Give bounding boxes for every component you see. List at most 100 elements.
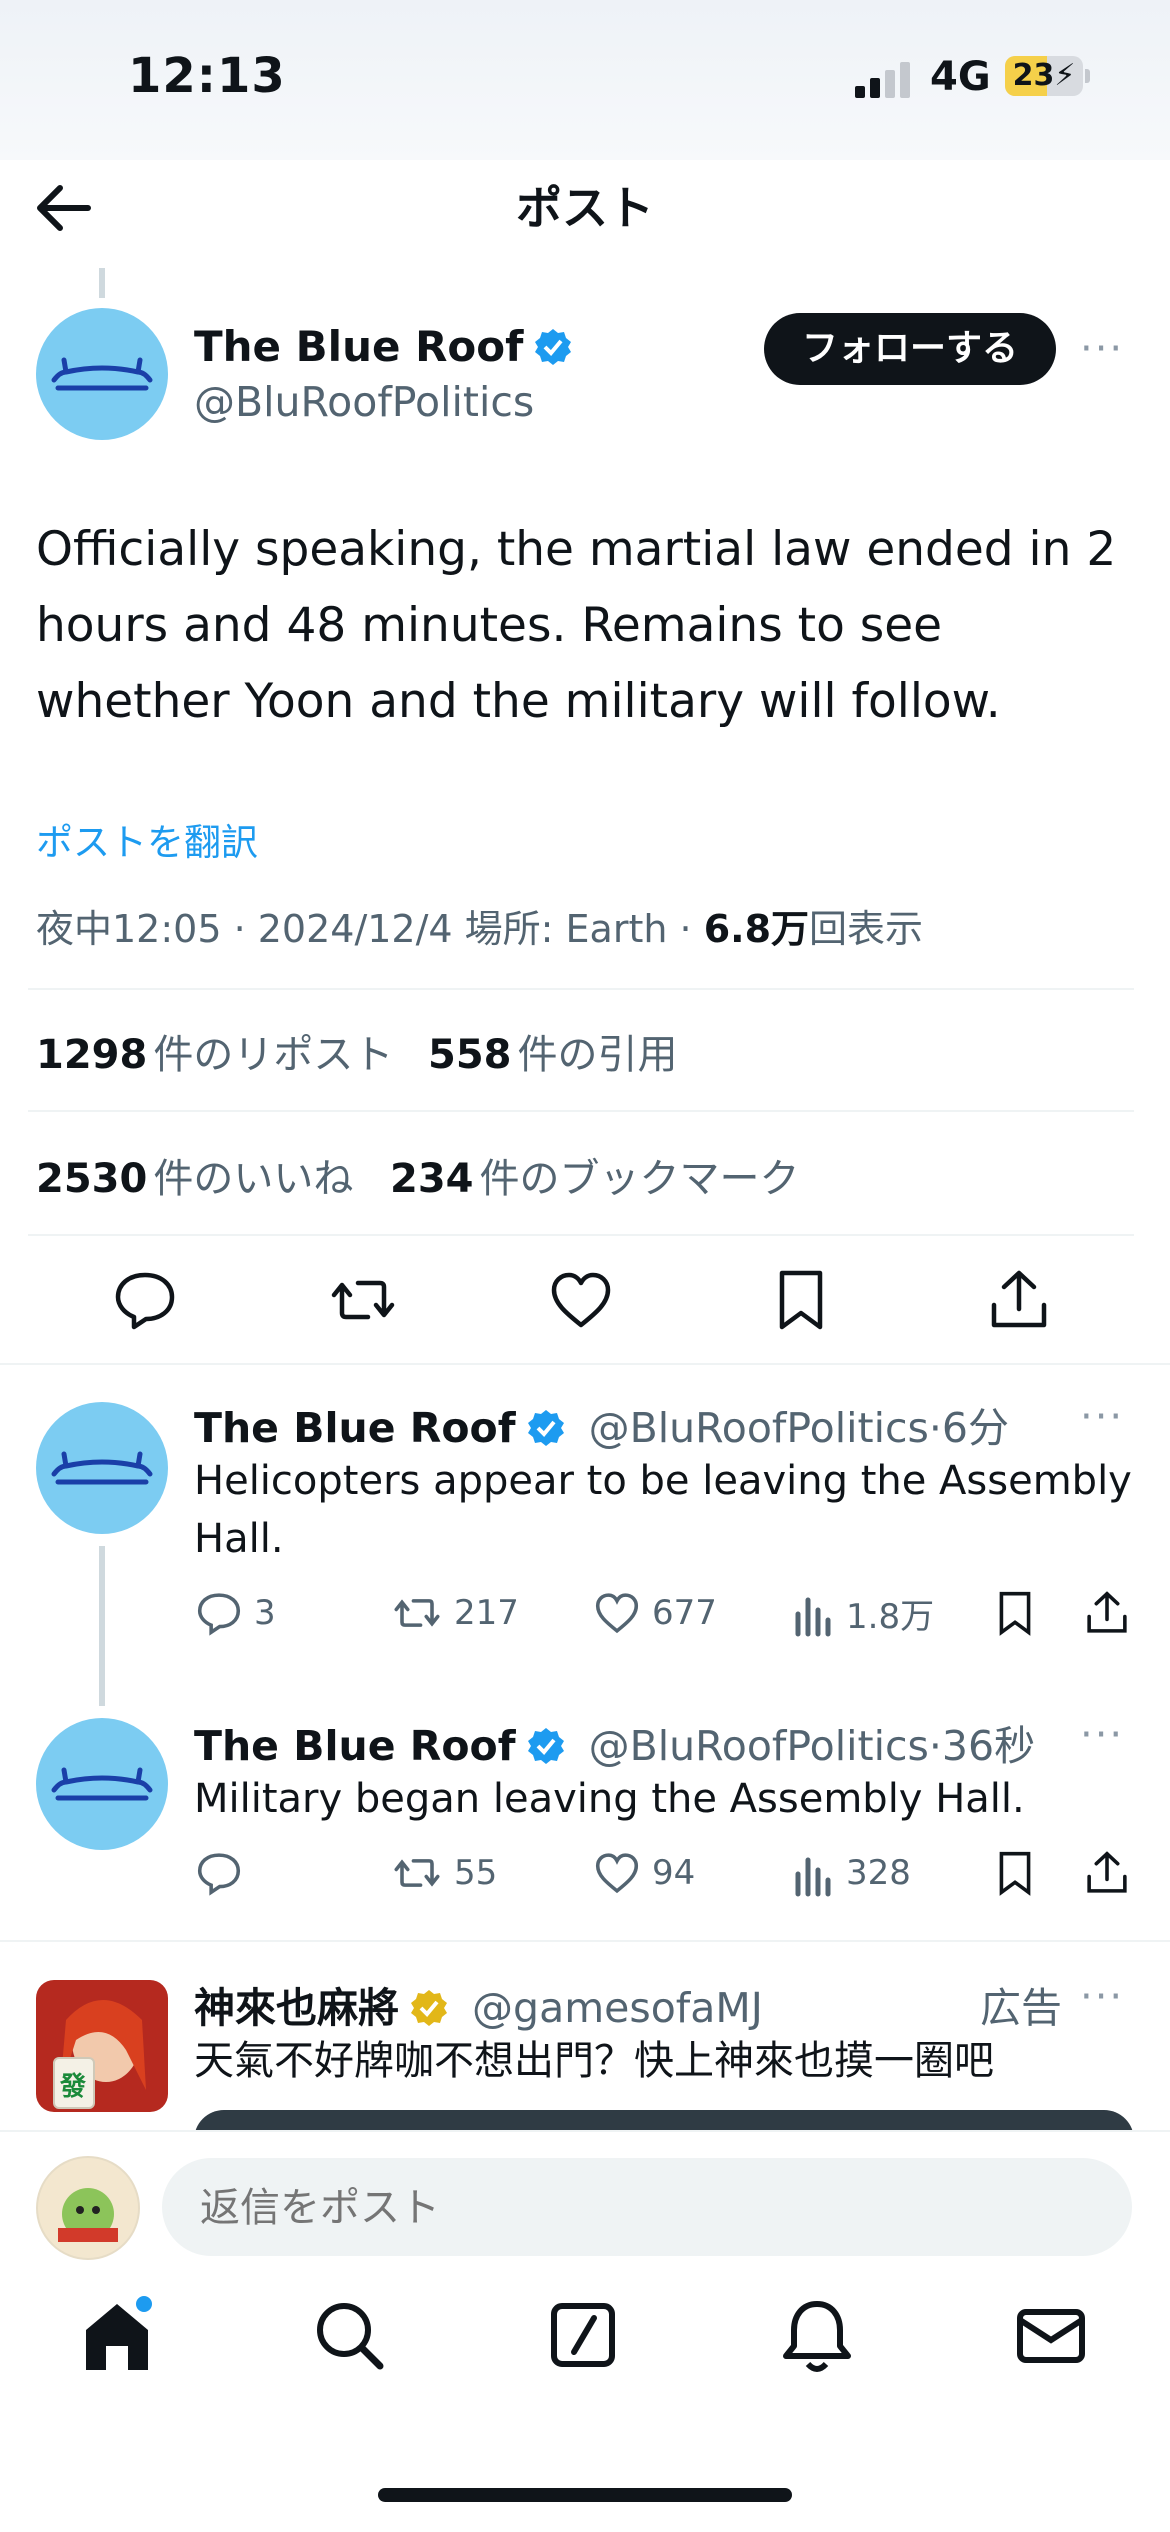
share-icon[interactable] (1082, 1588, 1132, 1644)
search-icon (317, 2303, 384, 2370)
reply-text: Military began leaving the Assembly Hall… (194, 1776, 1025, 1822)
divider (0, 1940, 1170, 1942)
likes-stat[interactable]: 2530 件のいいね (36, 1146, 353, 1204)
reply-time: ·36秒 (928, 1722, 1036, 1770)
repost-icon (394, 1599, 440, 1627)
like-icon (595, 1853, 639, 1894)
repost-count: 55 (454, 1853, 498, 1893)
more-options-icon[interactable]: ··· (1080, 1974, 1124, 2020)
reposts-label: 件のリポスト (153, 1032, 394, 1078)
like-count: 94 (652, 1853, 696, 1893)
reply-header: The Blue Roof @BluRoofPolitics·36秒 (194, 1712, 1035, 1772)
tab-notifications[interactable] (772, 2290, 862, 2380)
quotes-label: 件の引用 (517, 1032, 678, 1078)
network-label: 4G (930, 54, 991, 100)
reply-reply-button[interactable] (194, 1848, 254, 1904)
tab-messages[interactable] (1006, 2290, 1096, 2380)
reply-icon[interactable] (110, 1265, 180, 1335)
back-arrow-icon[interactable] (28, 178, 98, 238)
post-meta: 夜中12:05 · 2024/12/4 場所: Earth · 6.8万回表示 (36, 898, 923, 953)
reply-like-button[interactable]: 94 (592, 1848, 695, 1904)
likes-label: 件のいいね (153, 1156, 354, 1202)
share-icon[interactable] (1082, 1848, 1132, 1904)
verified-badge-icon (527, 1728, 564, 1764)
thread-line (99, 268, 105, 298)
reply-author-handle[interactable]: @BluRoofPolitics (589, 1722, 929, 1770)
like-icon[interactable] (546, 1265, 616, 1335)
author-handle[interactable]: @BluRoofPolitics (194, 378, 534, 426)
tab-search[interactable] (304, 2290, 394, 2380)
reply-author-name[interactable]: The Blue Roof (194, 1722, 516, 1770)
my-avatar[interactable] (36, 2156, 140, 2260)
reply-icon (197, 1593, 241, 1636)
battery-tip (1085, 69, 1090, 83)
home-indicator (378, 2488, 792, 2502)
quotes-stat[interactable]: 558 件の引用 (428, 1022, 678, 1080)
reply-like-button[interactable]: 677 (592, 1588, 717, 1644)
translate-link[interactable]: ポストを翻訳 (36, 812, 258, 866)
views-count: 1.8万 (846, 1596, 935, 1637)
reply-input-container (162, 2158, 1132, 2258)
ad-tile-char: 發 (60, 2072, 87, 2102)
status-time: 12:13 (128, 48, 286, 104)
reply-time: ·6分 (928, 1404, 1009, 1452)
reply-avatar[interactable] (36, 1402, 168, 1534)
reply-input[interactable] (198, 2158, 1102, 2258)
ad-avatar[interactable]: 發 (36, 1980, 168, 2112)
page-title: ポスト (516, 181, 654, 235)
reply-count: 3 (254, 1593, 276, 1633)
post-actions (0, 1255, 1170, 1345)
views-icon (795, 1597, 831, 1637)
reply-actions: 3 217 677 1.8万 (0, 1588, 1170, 1648)
verified-gold-badge-icon (411, 1990, 447, 2026)
repost-icon (394, 1859, 440, 1887)
home-icon (86, 2296, 152, 2370)
battery-level: 23 (1012, 58, 1055, 93)
post-text: Officially speaking, the martial law end… (36, 522, 1117, 729)
views-count: 328 (846, 1853, 911, 1893)
reply-author-name[interactable]: The Blue Roof (194, 1404, 516, 1452)
divider (0, 1363, 1170, 1365)
post-timestamp: 夜中12:05 · 2024/12/4 場所: Earth · (36, 907, 704, 951)
tab-compose[interactable] (538, 2290, 628, 2380)
ad-author-handle[interactable]: @gamesofaMJ (472, 1984, 763, 2032)
reply-avatar[interactable] (36, 1718, 168, 1850)
share-icon[interactable] (984, 1265, 1054, 1335)
more-options-icon[interactable]: ··· (1080, 326, 1124, 372)
battery-icon: 23⚡ (1005, 56, 1083, 96)
reply-repost-button[interactable]: 217 (390, 1588, 519, 1644)
views-label: 回表示 (809, 907, 924, 951)
bookmark-icon[interactable] (990, 1588, 1040, 1644)
author-name[interactable]: The Blue Roof (194, 322, 573, 371)
reply-reply-button[interactable]: 3 (194, 1588, 276, 1644)
bookmarks-count: 234 (390, 1156, 474, 1202)
tab-home[interactable] (72, 2290, 162, 2380)
bell-icon (783, 2301, 851, 2372)
verified-badge-icon (535, 329, 572, 365)
reply-repost-button[interactable]: 55 (390, 1848, 497, 1904)
repost-icon[interactable] (328, 1265, 398, 1335)
follow-button[interactable]: フォローする (764, 313, 1056, 385)
views-icon (795, 1857, 831, 1897)
more-options-icon[interactable]: ··· (1080, 1712, 1124, 1758)
author-avatar[interactable] (36, 308, 168, 440)
reposts-count: 1298 (36, 1032, 148, 1078)
reposts-stat[interactable]: 1298 件のリポスト (36, 1022, 393, 1080)
reply-author-handle[interactable]: @BluRoofPolitics (589, 1404, 929, 1452)
reply-views-button[interactable]: 1.8万 (792, 1588, 934, 1644)
tab-bar (0, 2290, 1170, 2430)
bookmark-icon[interactable] (766, 1265, 836, 1335)
like-icon (595, 1593, 639, 1634)
compose-icon (551, 2303, 615, 2367)
reply-views-button[interactable]: 328 (792, 1848, 911, 1904)
bookmark-icon[interactable] (990, 1848, 1040, 1904)
divider (28, 1110, 1134, 1112)
ad-author-name[interactable]: 神來也麻將 (194, 1984, 399, 2032)
divider (28, 988, 1134, 990)
divider (28, 1234, 1134, 1236)
bookmarks-label: 件のブックマーク (479, 1156, 800, 1202)
reply-header: The Blue Roof @BluRoofPolitics·6分 (194, 1394, 1009, 1454)
more-options-icon[interactable]: ··· (1080, 1394, 1124, 1440)
reply-actions: 55 94 328 (0, 1848, 1170, 1908)
bookmarks-stat[interactable]: 234 件のブックマーク (390, 1146, 800, 1204)
